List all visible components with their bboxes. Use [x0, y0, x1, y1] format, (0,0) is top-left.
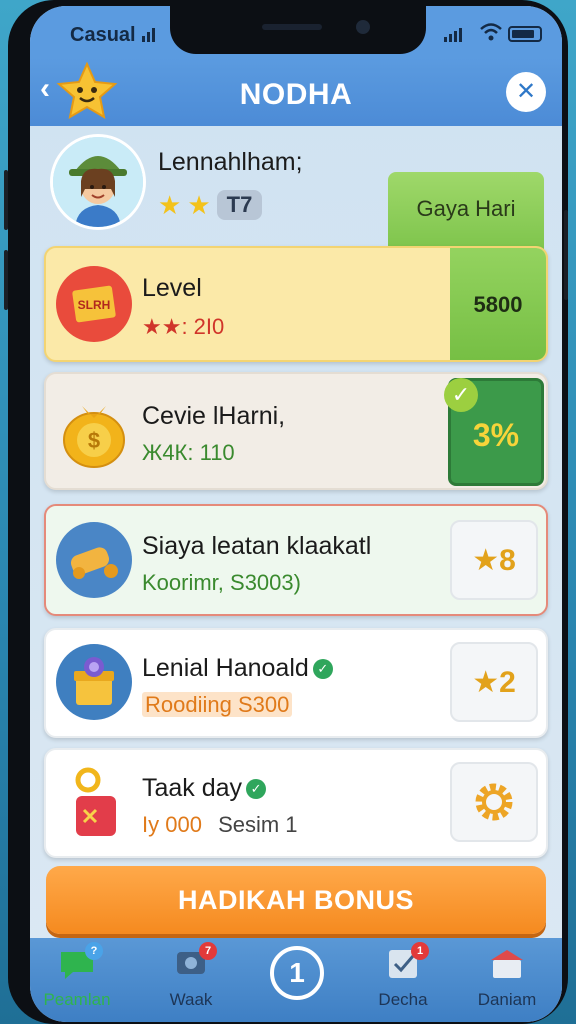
- nav-label: Decha: [378, 990, 428, 1009]
- star-icon: ★: [158, 190, 182, 220]
- card-title: Taak day ✓: [142, 774, 267, 803]
- bottom-nav: ? Peamlan 7 Waak 1 1 Decha Daniam: [30, 938, 562, 1022]
- avatar[interactable]: [50, 134, 146, 230]
- username: Lennahlham;: [158, 148, 303, 176]
- card-subtitle: ★★: 2I0: [142, 314, 225, 339]
- verified-icon: ✓: [312, 659, 333, 680]
- nav-label: Daniam: [477, 990, 537, 1009]
- card-title: Lenial Hanoald ✓: [142, 654, 333, 683]
- card-title-text: Lenial Hanoald: [142, 654, 309, 682]
- list-item-cevie[interactable]: $ Cevie lHarni, Ж4К: 110 3% ✓: [44, 372, 548, 490]
- card-title: Level: [142, 274, 202, 302]
- camera-notch: [170, 6, 426, 54]
- reward-star-box[interactable]: ★2: [450, 642, 538, 722]
- reward-value: 5800: [473, 292, 523, 317]
- nav-badge: 7: [199, 942, 217, 960]
- reward-gear-box[interactable]: [450, 762, 538, 842]
- card-title: Siaya leatan klaakatl: [142, 532, 372, 560]
- list-item-siaya[interactable]: Siaya leatan klaakatl Koorimr, S3003) ★8: [44, 504, 548, 616]
- carrier-label: Casual: [70, 24, 136, 46]
- card-title-text: Taak day: [142, 774, 243, 802]
- cell-signal-icon: [444, 28, 462, 42]
- nav-label: Waak: [169, 990, 213, 1009]
- chat-icon: ?: [57, 942, 103, 982]
- nav-item-decha[interactable]: 1 Decha: [358, 942, 448, 1010]
- card-title: Cevie lHarni,: [142, 402, 286, 430]
- page-title: NODHA: [239, 78, 353, 111]
- rank-row: ★ ★ T7: [158, 190, 263, 220]
- power-button: [564, 210, 568, 300]
- message-icon: 7: [171, 942, 217, 982]
- bonus-button[interactable]: HADIKAH BONUS: [46, 866, 546, 934]
- checkmark-icon: ✓: [444, 378, 478, 412]
- gear-icon: [475, 783, 513, 821]
- coin-bag-icon: $: [56, 392, 132, 468]
- wifi-icon: [480, 23, 502, 41]
- gift-bag-icon: [56, 764, 132, 840]
- daily-reward-label: Gaya Hari: [416, 196, 516, 221]
- volume-up-button: [4, 170, 8, 230]
- svg-text:$: $: [88, 428, 100, 453]
- nav-item-peamlan[interactable]: ? Peamlan: [32, 942, 122, 1010]
- nav-item-waak[interactable]: 7 Waak: [146, 942, 236, 1010]
- card-subtitle: Iy 000 Sesim 1: [142, 812, 298, 838]
- phone-frame: Casual ‹ NODHA ✕ Lennahlham; ★ ★ T7 Gaya…: [4, 0, 568, 1024]
- daily-reward-card[interactable]: Gaya Hari: [388, 172, 544, 256]
- reward-star-box[interactable]: ★8: [450, 520, 538, 600]
- card-subtitle-value: Iy 000: [142, 812, 202, 837]
- battery-icon: [508, 26, 542, 42]
- card-subtitle: Ж4К: 110: [142, 440, 235, 465]
- close-x-icon: ✕: [515, 78, 537, 105]
- nav-badge: 1: [411, 942, 429, 960]
- star-icon: ★: [187, 190, 211, 220]
- nav-label: Peamlan: [43, 990, 111, 1009]
- status-bar: Casual: [30, 6, 562, 58]
- signal-icon: [142, 28, 155, 42]
- volume-down-button: [4, 250, 8, 310]
- verified-icon: ✓: [246, 779, 267, 800]
- gift-box-icon: [56, 644, 132, 720]
- close-button[interactable]: ✕: [506, 72, 546, 112]
- card-subtitle: Roodiing S300: [142, 692, 293, 718]
- reward-value: ★8: [472, 543, 516, 577]
- reward-panel: 5800: [450, 248, 546, 360]
- card-subtitle: Koorimr, S3003): [142, 570, 301, 595]
- rank-badge: T7: [216, 190, 263, 220]
- reward-value: 3%: [472, 417, 520, 453]
- svg-text:SLRH: SLRH: [78, 298, 111, 312]
- app-header: ‹ NODHA ✕: [30, 58, 562, 126]
- list-item-lenial[interactable]: Lenial Hanoald ✓ Roodiing S300 ★2: [44, 628, 548, 738]
- screen: Casual ‹ NODHA ✕ Lennahlham; ★ ★ T7 Gaya…: [30, 6, 562, 1022]
- shop-icon: [487, 946, 527, 982]
- card-subtitle-session: Sesim 1: [218, 812, 298, 837]
- cannon-icon: [56, 522, 132, 598]
- list-item-level[interactable]: SLRH Level ★★: 2I0 5800: [44, 246, 548, 362]
- ticket-icon: SLRH: [56, 266, 132, 342]
- center-tab-button[interactable]: 1: [270, 946, 324, 1000]
- nav-item-daniam[interactable]: Daniam: [462, 946, 552, 1010]
- card-subtitle-text: Roodiing S300: [142, 692, 293, 717]
- avatar-explorer-icon: [53, 137, 143, 227]
- list-item-taak-day[interactable]: Taak day ✓ Iy 000 Sesim 1: [44, 748, 548, 858]
- center-one-icon: 1: [289, 957, 305, 988]
- checklist-icon: 1: [383, 942, 429, 982]
- reward-value: ★2: [472, 665, 516, 699]
